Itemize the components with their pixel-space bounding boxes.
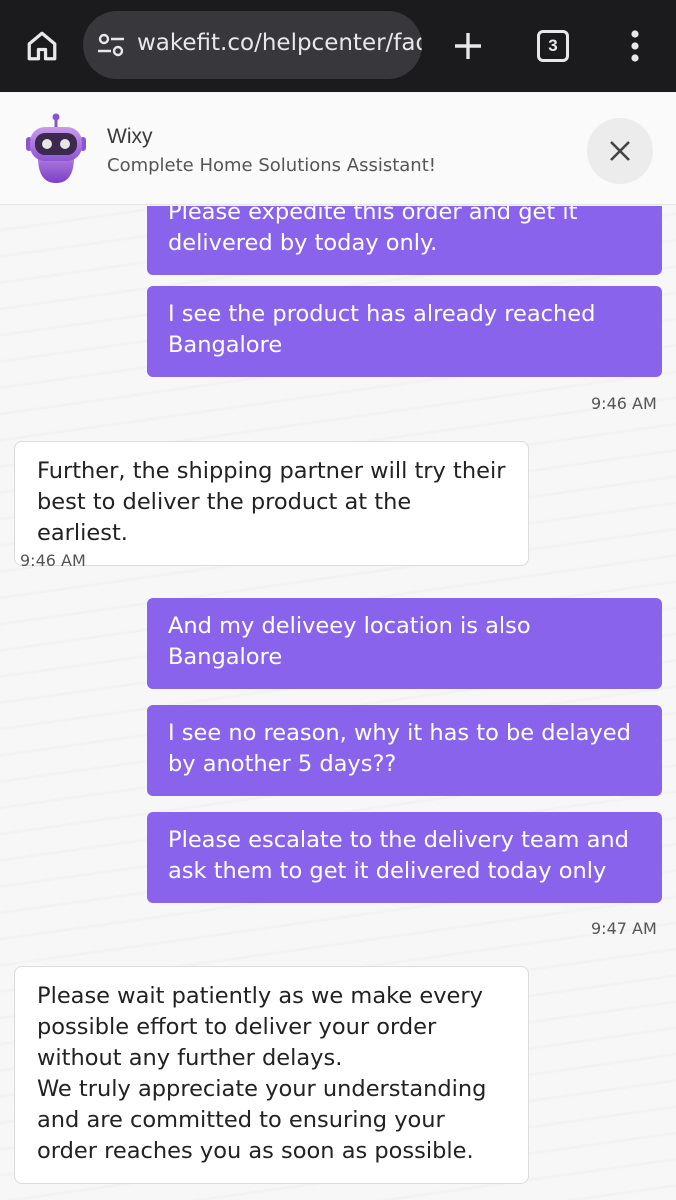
url-text[interactable]: wakefit.co/helpcenter/faq/ [137, 30, 422, 56]
bot-name: Wixy [107, 125, 153, 148]
more-options-icon[interactable] [620, 26, 650, 66]
message-timestamp: 9:47 AM [591, 919, 657, 938]
home-icon[interactable] [22, 26, 62, 66]
bot-subtitle: Complete Home Solutions Assistant! [107, 155, 436, 176]
site-settings-icon[interactable] [97, 33, 125, 57]
chat-messages[interactable]: Please expedite this order and get it de… [0, 206, 676, 1200]
bot-message: Please wait patiently as we make every p… [14, 966, 529, 1184]
new-tab-icon[interactable] [448, 26, 488, 66]
user-message: I see no reason, why it has to be delaye… [147, 705, 662, 796]
user-message: And my deliveey location is also Bangalo… [147, 598, 662, 689]
bot-avatar [22, 113, 90, 185]
message-timestamp: 9:46 AM [20, 551, 86, 570]
close-icon [610, 141, 630, 161]
tab-switcher-button[interactable]: 3 [537, 30, 569, 62]
message-timestamp: 9:46 AM [591, 394, 657, 413]
user-message: Please expedite this order and get it de… [147, 206, 662, 275]
address-bar[interactable]: wakefit.co/helpcenter/faq/ [83, 11, 422, 79]
user-message: Please escalate to the delivery team and… [147, 812, 662, 903]
user-message: I see the product has already reached Ba… [147, 286, 662, 377]
chat-header: Wixy Complete Home Solutions Assistant! [0, 93, 676, 205]
close-chat-button[interactable] [587, 118, 653, 184]
bot-message: Further, the shipping partner will try t… [14, 441, 529, 566]
browser-toolbar: wakefit.co/helpcenter/faq/ 3 [0, 0, 676, 92]
